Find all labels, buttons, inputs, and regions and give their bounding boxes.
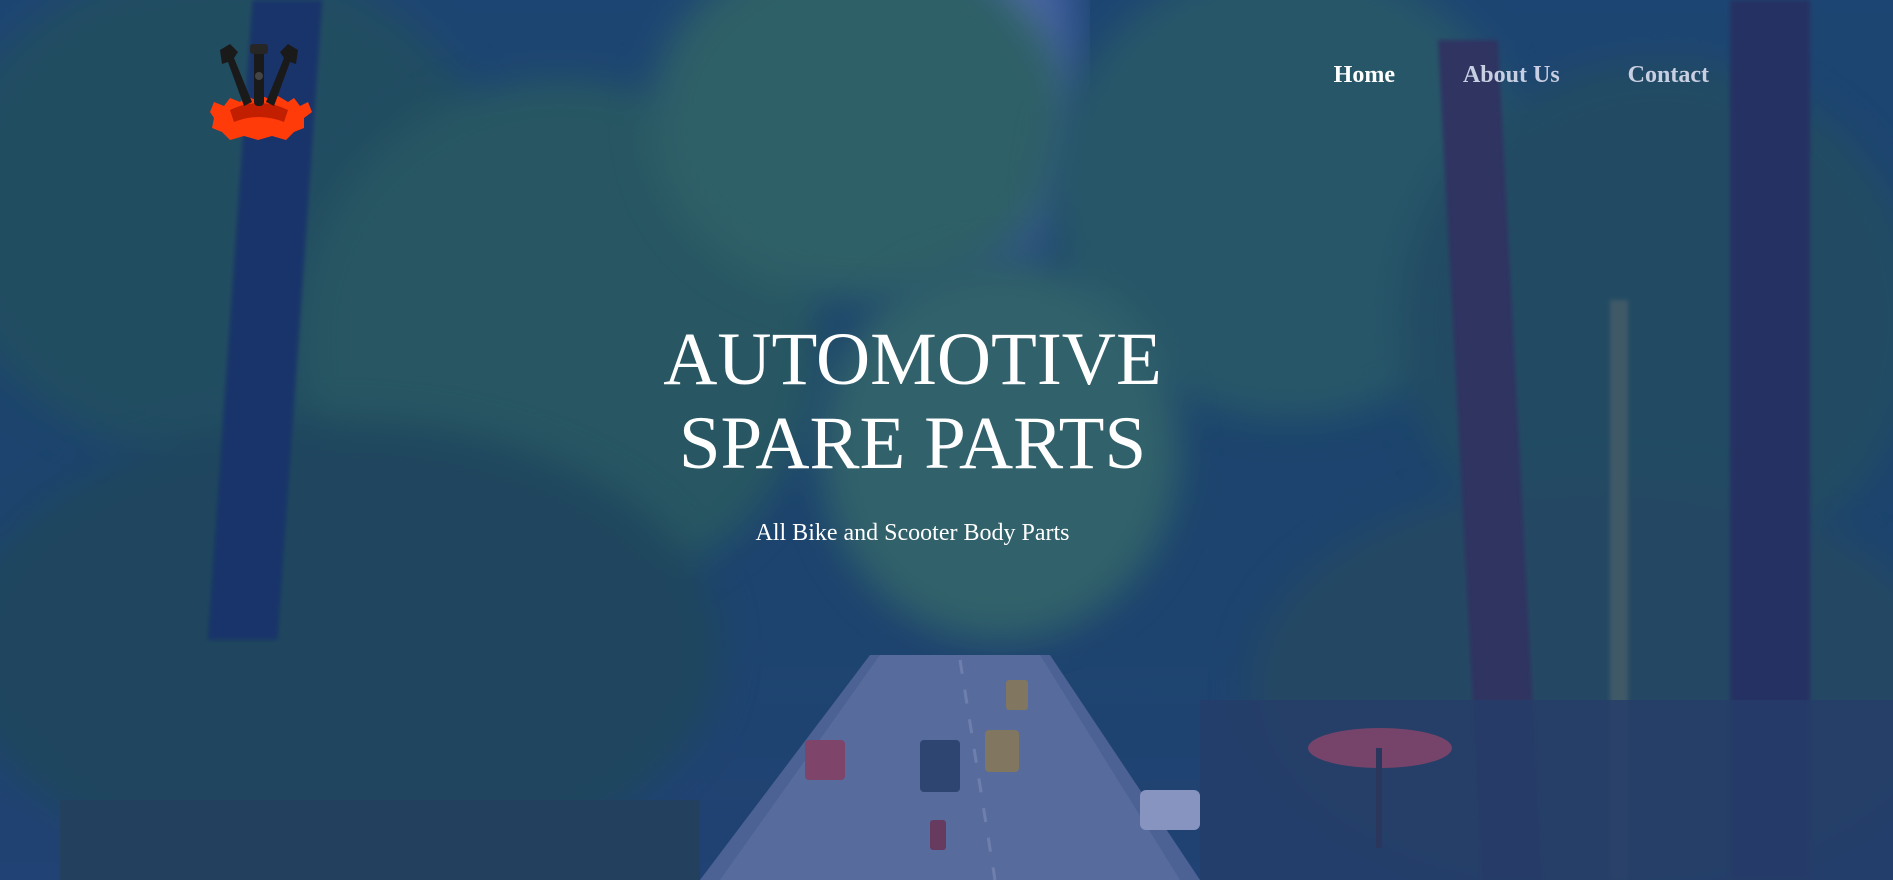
nav-about-link[interactable]: About Us <box>1463 62 1560 89</box>
gear-tools-logo[interactable] <box>200 40 318 142</box>
logo-icon <box>210 44 312 140</box>
hero-title-line-2: SPARE PARTS <box>678 402 1147 485</box>
hero-title-line-1: AUTOMOTIVE <box>663 318 1162 401</box>
main-navigation: Home About Us Contact <box>1334 62 1709 89</box>
hero-section: Home About Us Contact AUTOMOTIVE SPARE P… <box>0 0 1893 880</box>
hero-title: AUTOMOTIVE SPARE PARTS <box>0 318 1825 486</box>
nav-home-link[interactable]: Home <box>1334 62 1395 89</box>
hero-subtitle: All Bike and Scooter Body Parts <box>755 520 1070 546</box>
nav-contact-link[interactable]: Contact <box>1628 62 1709 89</box>
